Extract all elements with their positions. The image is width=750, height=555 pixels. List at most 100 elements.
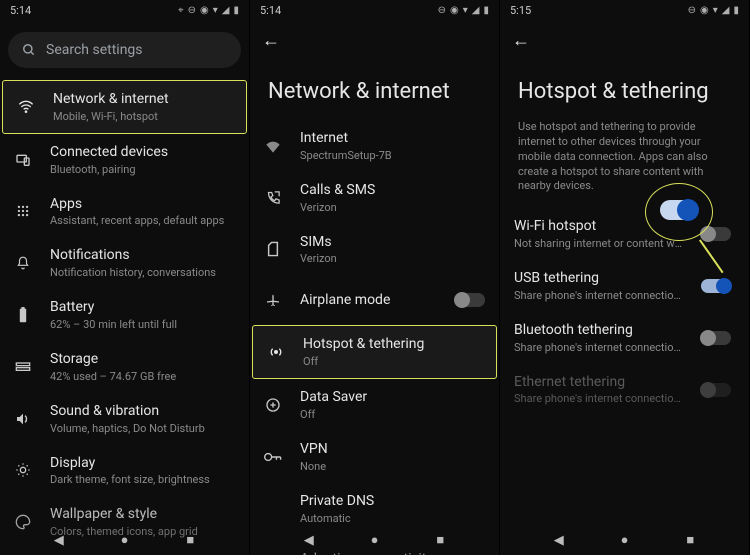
item-connected-devices[interactable]: Connected devices Bluetooth, pairing bbox=[0, 134, 249, 186]
clock: 5:14 bbox=[260, 4, 281, 17]
item-title: Bluetooth tethering bbox=[514, 322, 683, 339]
item-title: SIMs bbox=[300, 234, 485, 251]
item-sound[interactable]: Sound & vibration Volume, haptics, Do No… bbox=[0, 393, 249, 445]
ethernet-tethering-toggle bbox=[701, 383, 731, 397]
signal-icon: ◢ bbox=[222, 5, 230, 16]
status-bar: 5:14 ⊖ ◉ ▾ ◢ ▮ bbox=[250, 0, 499, 20]
wifi-icon bbox=[17, 99, 35, 115]
nav-home-icon[interactable]: ● bbox=[368, 533, 382, 547]
item-sub: None bbox=[300, 460, 485, 473]
item-sub: Share phone's internet connection via Bl… bbox=[514, 341, 683, 354]
item-sub: Not sharing internet or content with oth… bbox=[514, 237, 683, 250]
signal-icon: ◢ bbox=[722, 5, 730, 16]
status-icons: ⊖ ◉ ▾ ◢ ▮ bbox=[438, 5, 489, 16]
item-sub: SpectrumSetup-7B bbox=[300, 149, 485, 162]
battery-icon: ▮ bbox=[733, 5, 739, 16]
wifi-icon: ▾ bbox=[713, 5, 718, 16]
wifi-hotspot-toggle[interactable] bbox=[701, 227, 731, 241]
item-sub: Verizon bbox=[300, 201, 485, 214]
item-title: Battery bbox=[50, 299, 235, 316]
status-icons: ⌖ ⊖ ◉ ▾ ◢ ▮ bbox=[178, 5, 239, 16]
airplane-toggle[interactable] bbox=[455, 293, 485, 307]
item-sub: Notification history, conversations bbox=[50, 266, 235, 279]
item-sims[interactable]: SIMs Verizon bbox=[250, 224, 499, 276]
nav-back-icon[interactable]: ◀ bbox=[302, 533, 316, 547]
item-network-internet[interactable]: Network & internet Mobile, Wi-Fi, hotspo… bbox=[2, 80, 247, 134]
item-sub: Off bbox=[300, 408, 485, 421]
item-apps[interactable]: Apps Assistant, recent apps, default app… bbox=[0, 186, 249, 238]
item-title: VPN bbox=[300, 441, 485, 458]
nav-back-icon[interactable]: ◀ bbox=[552, 533, 566, 547]
nav-bar: ◀ ● ■ bbox=[500, 525, 749, 555]
item-usb-tethering[interactable]: USB tethering Share phone's internet con… bbox=[500, 260, 749, 312]
item-title: Hotspot & tethering bbox=[303, 336, 482, 353]
data-saver-icon bbox=[264, 397, 282, 413]
usb-tethering-toggle[interactable] bbox=[701, 279, 731, 293]
brightness-icon bbox=[14, 462, 32, 478]
item-bluetooth-tethering[interactable]: Bluetooth tethering Share phone's intern… bbox=[500, 312, 749, 364]
item-title: Private DNS bbox=[300, 493, 485, 510]
item-hotspot[interactable]: Hotspot & tethering Off bbox=[252, 325, 497, 379]
item-title: Airplane mode bbox=[300, 292, 437, 309]
hotspot-tethering-panel: 5:15 ⊖ ◉ ▾ ◢ ▮ ← Hotspot & tethering Use… bbox=[500, 0, 750, 555]
item-title: Calls & SMS bbox=[300, 182, 485, 199]
dnd-icon: ⊖ bbox=[188, 5, 196, 16]
battery-icon: ▮ bbox=[233, 5, 239, 16]
nav-recent-icon[interactable]: ■ bbox=[683, 533, 697, 547]
nav-recent-icon[interactable]: ■ bbox=[433, 533, 447, 547]
signal-icon: ◢ bbox=[472, 5, 480, 16]
search-icon bbox=[22, 43, 36, 57]
search-settings[interactable]: Search settings bbox=[8, 32, 241, 68]
hotspot-icon bbox=[267, 344, 285, 360]
nav-recent-icon[interactable]: ■ bbox=[183, 533, 197, 547]
vibrate-icon: ◉ bbox=[700, 5, 709, 16]
status-bar: 5:15 ⊖ ◉ ▾ ◢ ▮ bbox=[500, 0, 749, 20]
item-airplane[interactable]: Airplane mode bbox=[250, 275, 499, 325]
item-wifi-hotspot[interactable]: Wi-Fi hotspot Not sharing internet or co… bbox=[500, 208, 749, 260]
nav-home-icon[interactable]: ● bbox=[118, 533, 132, 547]
item-title: Network & internet bbox=[53, 91, 232, 108]
item-sub: Mobile, Wi-Fi, hotspot bbox=[53, 110, 232, 123]
airplane-icon bbox=[264, 292, 282, 308]
back-button[interactable]: ← bbox=[512, 30, 530, 51]
network-internet-panel: 5:14 ⊖ ◉ ▾ ◢ ▮ ← Network & internet Inte… bbox=[250, 0, 500, 555]
page-title: Hotspot & tethering bbox=[500, 51, 749, 120]
item-title: Wallpaper & style bbox=[50, 506, 235, 523]
nav-back-icon[interactable]: ◀ bbox=[52, 533, 66, 547]
item-display[interactable]: Display Dark theme, font size, brightnes… bbox=[0, 445, 249, 497]
apps-icon bbox=[14, 204, 32, 218]
clock: 5:14 bbox=[10, 4, 31, 17]
sim-icon bbox=[264, 241, 282, 257]
nav-bar: ◀ ● ■ bbox=[0, 525, 249, 555]
bluetooth-tethering-toggle[interactable] bbox=[701, 331, 731, 345]
item-vpn[interactable]: VPN None bbox=[250, 431, 499, 483]
clock: 5:15 bbox=[510, 4, 531, 17]
phone-icon bbox=[264, 190, 282, 205]
wifi-icon bbox=[264, 139, 282, 153]
item-sub: Off bbox=[303, 355, 482, 368]
item-storage[interactable]: Storage 42% used – 74.67 GB free bbox=[0, 341, 249, 393]
item-sub: Assistant, recent apps, default apps bbox=[50, 214, 235, 227]
back-button[interactable]: ← bbox=[262, 30, 280, 51]
item-sub: 62% – 30 min left until full bbox=[50, 318, 235, 331]
devices-icon bbox=[14, 152, 32, 168]
item-calls-sms[interactable]: Calls & SMS Verizon bbox=[250, 172, 499, 224]
item-notifications[interactable]: Notifications Notification history, conv… bbox=[0, 237, 249, 289]
item-battery[interactable]: Battery 62% – 30 min left until full bbox=[0, 289, 249, 341]
item-title: Notifications bbox=[50, 247, 235, 264]
item-title: Ethernet tethering bbox=[514, 374, 683, 391]
battery-icon bbox=[14, 307, 32, 323]
item-sub: Volume, haptics, Do Not Disturb bbox=[50, 422, 235, 435]
item-sub: Bluetooth, pairing bbox=[50, 163, 235, 176]
item-title: Display bbox=[50, 455, 235, 472]
vibrate-icon: ◉ bbox=[450, 5, 459, 16]
item-ethernet-tethering: Ethernet tethering Share phone's interne… bbox=[500, 364, 749, 416]
item-internet[interactable]: Internet SpectrumSetup-7B bbox=[250, 120, 499, 172]
nav-home-icon[interactable]: ● bbox=[618, 533, 632, 547]
wifi-icon: ▾ bbox=[463, 5, 468, 16]
item-sub: 42% used – 74.67 GB free bbox=[50, 370, 235, 383]
item-title: Connected devices bbox=[50, 144, 235, 161]
page-title: Network & internet bbox=[250, 51, 499, 120]
item-title: Sound & vibration bbox=[50, 403, 235, 420]
item-data-saver[interactable]: Data Saver Off bbox=[250, 379, 499, 431]
